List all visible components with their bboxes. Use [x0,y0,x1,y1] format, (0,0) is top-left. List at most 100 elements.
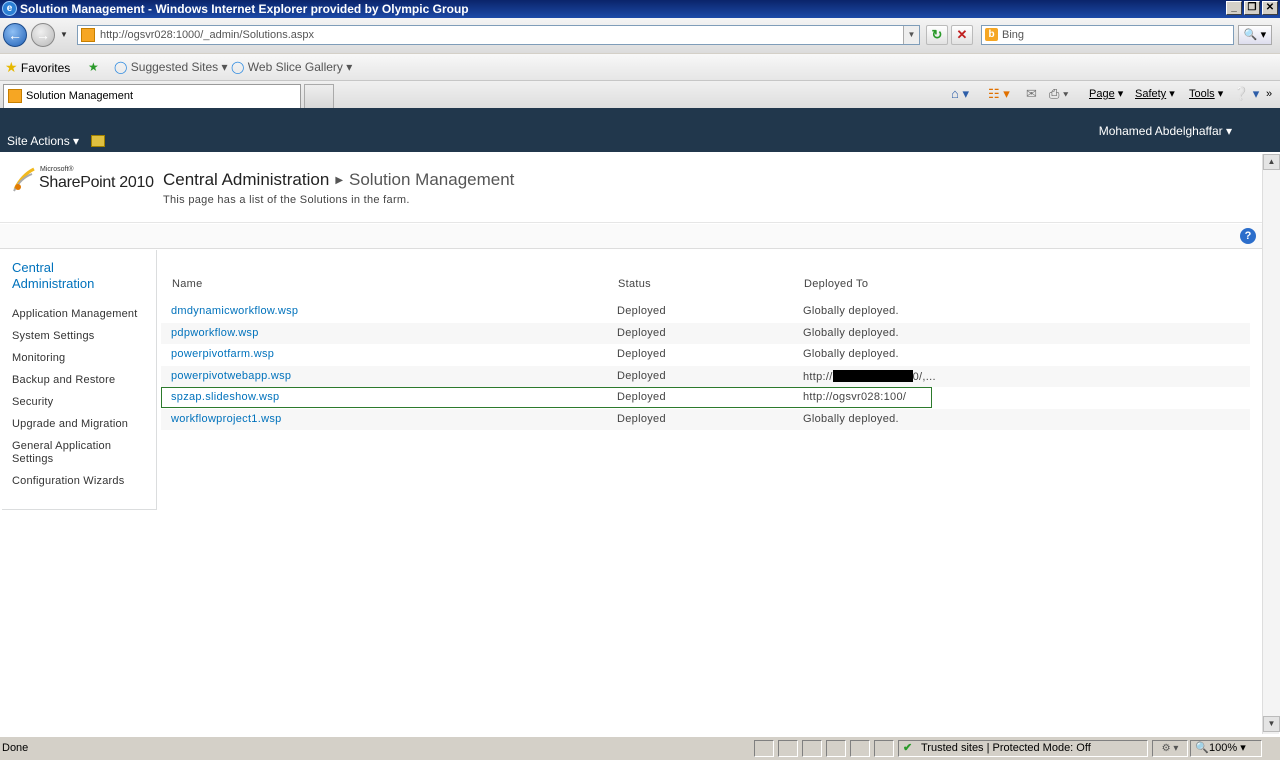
recent-pages-dropdown[interactable]: ▼ [60,30,68,39]
maximize-button[interactable]: ❐ [1244,1,1260,15]
breadcrumb-root-link[interactable]: Central Administration [163,170,329,189]
solution-deployed-to: Globally deployed. [803,348,899,360]
page-menu-label: Page [1089,88,1115,100]
scroll-down-icon[interactable]: ▼ [1263,716,1280,732]
column-header-deployed-to: Deployed To [804,278,869,290]
address-bar[interactable]: http://ogsvr028:1000/_admin/Solutions.as… [77,25,920,45]
solution-status: Deployed [617,327,666,339]
overflow-chevron-icon[interactable]: » [1266,86,1272,102]
site-actions-label: Site Actions [7,134,70,148]
ribbon: Site Actions ▾ Mohamed Abdelghaffar ▾ [0,108,1280,152]
web-slice-gallery-link[interactable]: ◯ Web Slice Gallery ▾ [231,60,352,74]
solution-name-link[interactable]: dmdynamicworkflow.wsp [171,305,298,317]
nav-security[interactable]: Security [12,396,53,409]
page-menu[interactable]: Page ▾ [1089,86,1123,102]
protected-mode-icon[interactable]: ⚙ ▾ [1152,740,1188,757]
solution-name-link[interactable]: workflowproject1.wsp [171,413,282,425]
logo-microsoft-text: Microsoft® [40,166,74,173]
scroll-up-icon[interactable]: ▲ [1263,154,1280,170]
refresh-button[interactable]: ↻ [926,25,948,45]
breadcrumb-separator-icon: ▶ [335,175,344,186]
deployed-to-suffix: 0/,... [912,371,936,383]
scroll-track[interactable] [1263,170,1280,716]
deployed-to-prefix: http:// [803,371,833,383]
close-button[interactable]: ✕ [1262,1,1278,15]
suggested-sites-link[interactable]: ◯ Suggested Sites ▾ [114,60,228,74]
zoom-control[interactable]: 🔍 100% ▾ [1190,740,1262,757]
column-header-status: Status [618,278,651,290]
logo-product-text: SharePoint 2010 [39,174,154,191]
nav-backup-and-restore[interactable]: Backup and Restore [12,374,115,387]
nav-configuration-wizards[interactable]: Configuration Wizards [12,475,124,488]
table-row-selected[interactable]: spzap.slideshow.wsp Deployed http://ogsv… [161,387,932,408]
security-zone-label: Trusted sites | Protected Mode: Off [921,742,1091,754]
help-icon[interactable]: ? [1240,228,1256,244]
page-title-area: Microsoft® SharePoint 2010 Central Admin… [0,152,1262,223]
search-placeholder: Bing [1002,29,1025,41]
sharepoint-logo[interactable]: Microsoft® SharePoint 2010 [12,164,157,196]
help-bar: ? [0,224,1262,249]
window-title-bar: e Solution Management - Windows Internet… [0,0,1280,18]
tools-menu[interactable]: Tools ▾ [1189,86,1223,102]
navigate-up-icon[interactable] [91,135,105,147]
web-slice-gallery-label: Web Slice Gallery [247,60,343,74]
status-panel [850,740,870,757]
solution-deployed-to: Globally deployed. [803,413,899,425]
address-text: http://ogsvr028:1000/_admin/Solutions.as… [100,29,315,41]
solutions-table: Name Status Deployed To dmdynamicworkflo… [158,250,1258,720]
nav-application-management[interactable]: Application Management [12,308,137,321]
safety-menu[interactable]: Safety ▾ [1135,86,1175,102]
stop-button[interactable]: ✕ [951,25,973,45]
solution-name-link[interactable]: spzap.slideshow.wsp [171,391,279,403]
breadcrumb: Central Administration ▶ Solution Manageme… [163,170,514,190]
web-slice-icon: ◯ [231,60,245,74]
status-text: Done [2,742,29,754]
security-zone[interactable]: ✔ Trusted sites | Protected Mode: Off [898,740,1148,757]
quick-launch-heading[interactable]: Central Administration [12,260,132,292]
table-row: pdpworkflow.wsp Deployed Globally deploy… [161,323,1250,344]
redacted-block [832,370,913,382]
ie-icon: e [2,1,17,16]
favorites-button[interactable]: ★ Favorites [5,60,70,75]
table-row: dmdynamicworkflow.wsp Deployed Globally … [161,301,1250,322]
page-viewport: Site Actions ▾ Mohamed Abdelghaffar ▾ Mi… [0,108,1280,736]
status-panel [754,740,774,757]
nav-system-settings[interactable]: System Settings [12,330,94,343]
ie-page-icon: ◯ [114,60,128,74]
favorites-label: Favorites [20,61,71,75]
tab-solution-management[interactable]: Solution Management [3,84,301,108]
search-input[interactable]: b Bing [981,25,1234,45]
table-row: workflowproject1.wsp Deployed Globally d… [161,409,1250,430]
solution-status: Deployed [617,348,666,360]
back-button[interactable]: ← [3,23,27,47]
address-dropdown[interactable]: ▼ [903,26,919,44]
new-tab-button[interactable] [304,84,334,108]
nav-upgrade-and-migration[interactable]: Upgrade and Migration [12,418,128,431]
sharepoint-favicon [8,89,22,103]
print-icon[interactable]: ⎙ ▾ [1049,86,1068,102]
help-menu-icon[interactable]: ❔ ▾ [1233,86,1259,102]
table-row: powerpivotwebapp.wsp Deployed http:// 0/,… [161,366,1250,387]
search-button[interactable]: 🔍 ▾ [1238,25,1272,45]
solution-deployed-to: Globally deployed. [803,327,899,339]
status-panel [826,740,846,757]
favorites-bar: ★ Favorites ★ ◯ Suggested Sites ▾ ◯ Web … [0,54,1280,81]
solution-deployed-to: Globally deployed. [803,305,899,317]
solution-name-link[interactable]: powerpivotwebapp.wsp [171,370,291,382]
mail-icon[interactable]: ✉ [1026,86,1037,102]
home-icon[interactable]: ⌂ ▾ [951,86,969,102]
nav-general-application-settings[interactable]: General Application Settings [12,440,132,466]
user-menu[interactable]: Mohamed Abdelghaffar ▾ [1099,124,1232,138]
solution-deployed-to: http://ogsvr028:100/ [803,391,907,403]
add-favorite-icon[interactable]: ★ [88,60,99,74]
feeds-icon[interactable]: ☷ ▾ [988,86,1010,102]
minimize-button[interactable]: _ [1226,1,1242,15]
vertical-scrollbar[interactable]: ▲ ▼ [1262,154,1280,734]
nav-monitoring[interactable]: Monitoring [12,352,65,365]
forward-button[interactable]: → [31,23,55,47]
solution-name-link[interactable]: powerpivotfarm.wsp [171,348,274,360]
site-actions-menu[interactable]: Site Actions ▾ [7,134,79,148]
checkmark-icon: ✔ [903,742,913,754]
solution-name-link[interactable]: pdpworkflow.wsp [171,327,259,339]
tools-menu-label: Tools [1189,88,1215,100]
